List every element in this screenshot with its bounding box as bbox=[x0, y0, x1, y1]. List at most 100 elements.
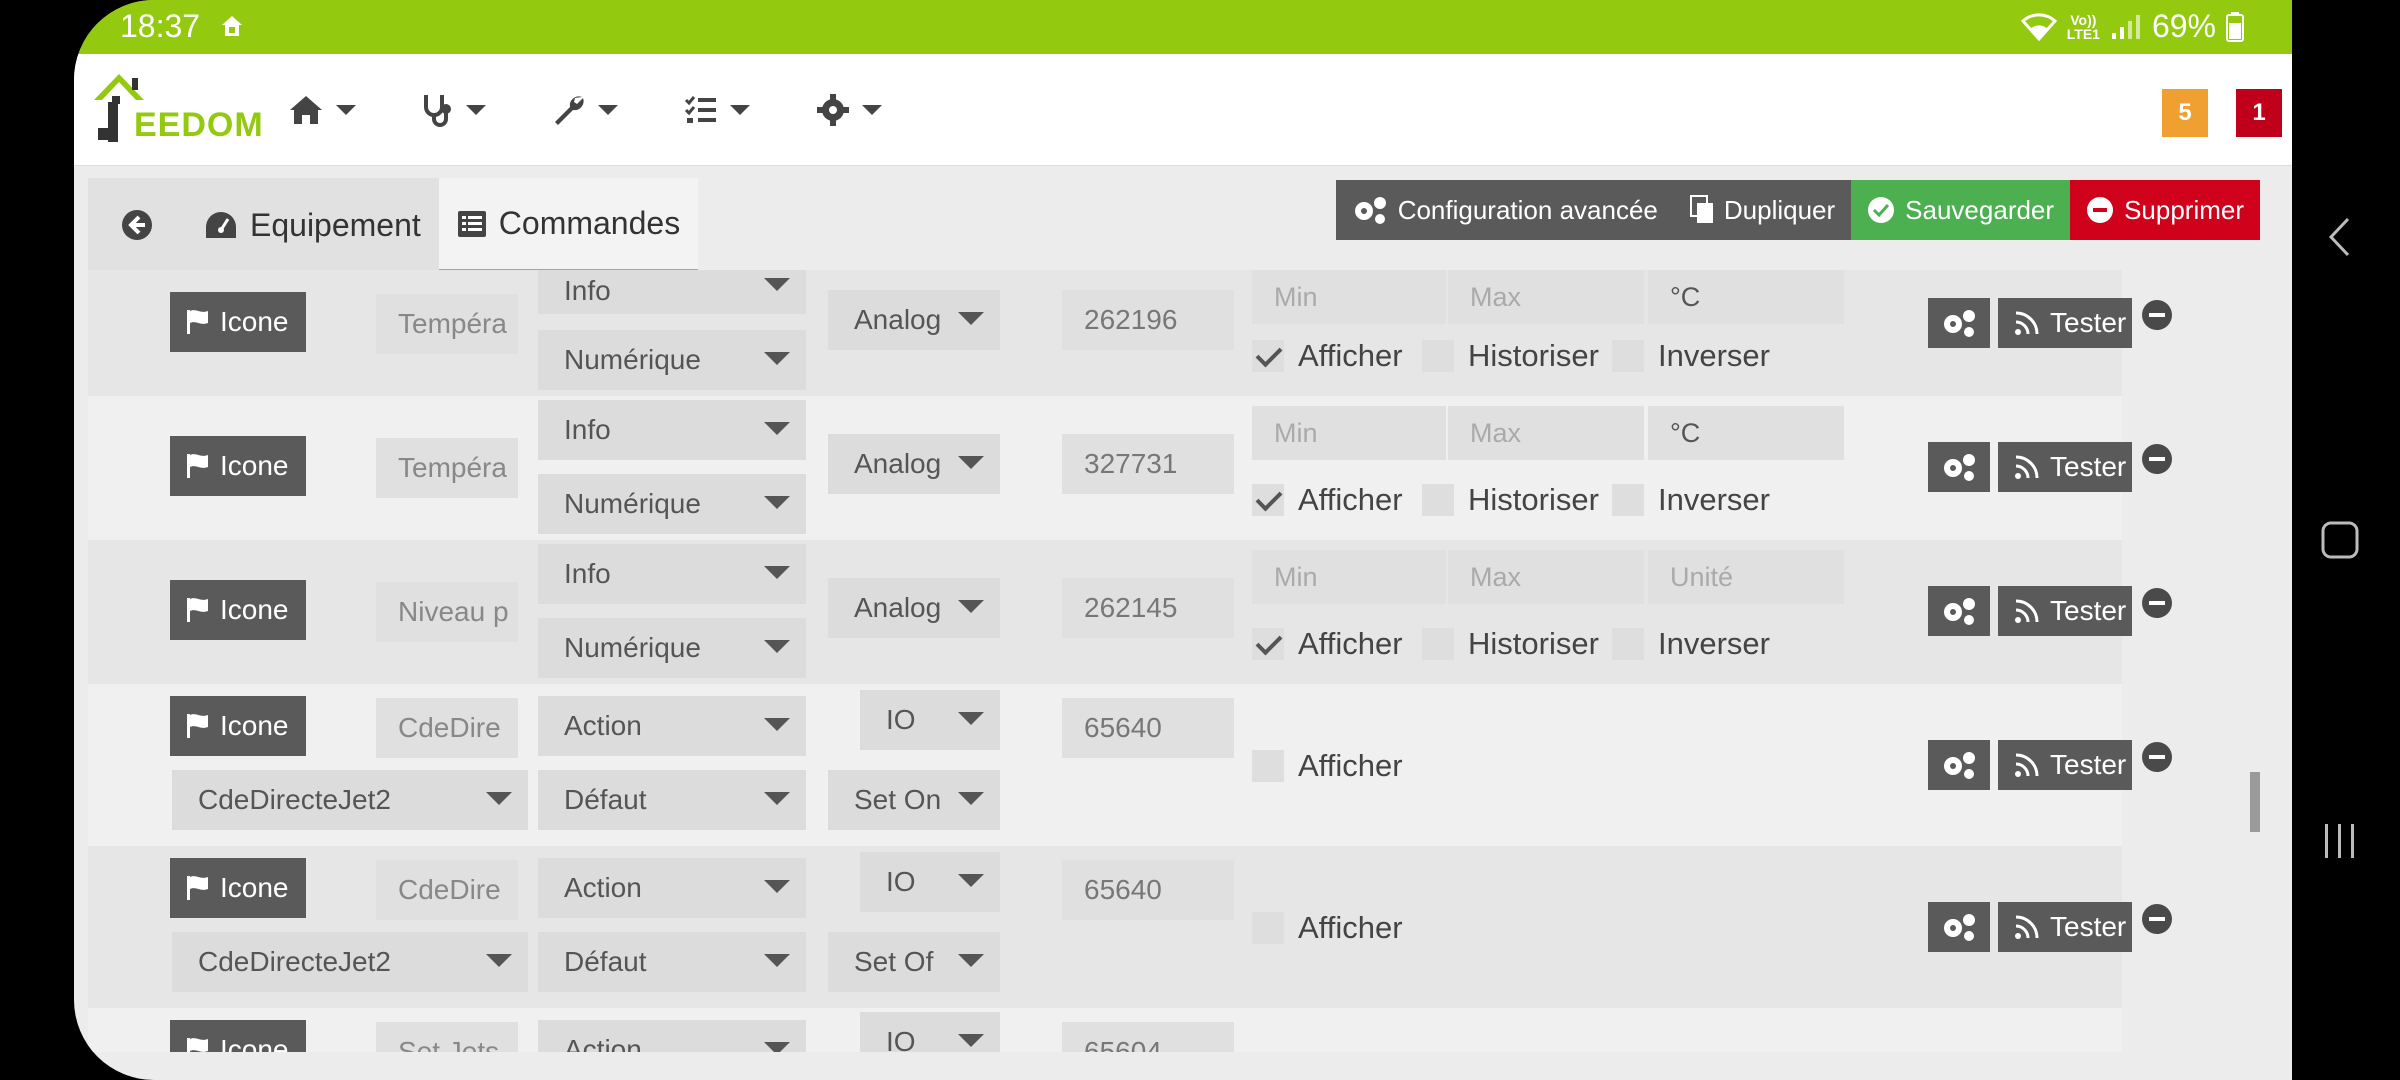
tab-equipement[interactable]: Equipement bbox=[186, 178, 439, 272]
command-config-button[interactable] bbox=[1928, 298, 1990, 348]
mode-select[interactable]: IO bbox=[860, 1012, 1000, 1052]
jeedom-logo[interactable]: EEDOM bbox=[88, 68, 263, 148]
back-tab[interactable] bbox=[88, 178, 186, 272]
command-name-input[interactable]: Niveau p bbox=[376, 582, 518, 642]
command-name-input[interactable]: CdeDire bbox=[376, 860, 518, 920]
type-select[interactable]: Info bbox=[538, 544, 806, 604]
tester-button[interactable]: Tester bbox=[1998, 298, 2132, 348]
command-config-button[interactable] bbox=[1928, 442, 1990, 492]
duplicate-button[interactable]: Dupliquer bbox=[1673, 180, 1852, 240]
command-config-button[interactable] bbox=[1928, 586, 1990, 636]
action-value-select[interactable]: Set On bbox=[828, 770, 1000, 830]
delete-button[interactable]: Supprimer bbox=[2070, 180, 2260, 240]
advanced-config-button[interactable]: Configuration avancée bbox=[1335, 180, 1674, 240]
max-input[interactable]: Max bbox=[1448, 406, 1644, 460]
remove-command-icon[interactable] bbox=[2142, 742, 2172, 772]
tester-button[interactable]: Tester bbox=[1998, 740, 2132, 790]
nav-tasks-menu[interactable] bbox=[684, 90, 758, 130]
linked-command-select[interactable]: CdeDirecteJet2 bbox=[172, 932, 528, 992]
subtype-select[interactable]: Numérique bbox=[538, 330, 806, 390]
min-input[interactable]: Min bbox=[1252, 270, 1446, 324]
tester-button[interactable]: Tester bbox=[1998, 586, 2132, 636]
nav-tools-menu[interactable] bbox=[552, 90, 626, 130]
subtype-select[interactable]: Défaut bbox=[538, 932, 806, 992]
icon-picker-button[interactable]: Icone bbox=[170, 858, 306, 918]
min-input[interactable]: Min bbox=[1252, 406, 1446, 460]
command-name-input[interactable]: Tempéra bbox=[376, 438, 518, 498]
icon-picker-button[interactable]: Icone bbox=[170, 1020, 306, 1052]
icon-picker-button[interactable]: Icone bbox=[170, 292, 306, 352]
wrench-icon bbox=[555, 96, 584, 125]
mode-select[interactable]: IO bbox=[860, 852, 1000, 912]
subtype-select[interactable]: Numérique bbox=[538, 618, 806, 678]
remove-command-icon[interactable] bbox=[2142, 904, 2172, 934]
tester-button[interactable]: Tester bbox=[1998, 442, 2132, 492]
mode-select[interactable]: IO bbox=[860, 690, 1000, 750]
historiser-checkbox[interactable]: Historiser bbox=[1422, 624, 1599, 664]
linked-command-select[interactable]: CdeDirecteJet2 bbox=[172, 770, 528, 830]
afficher-checkbox[interactable]: Afficher bbox=[1252, 908, 1403, 948]
max-input[interactable]: Max bbox=[1448, 550, 1644, 604]
action-value-select-value: Set On bbox=[854, 784, 942, 815]
remove-command-icon[interactable] bbox=[2142, 588, 2172, 618]
type-select[interactable]: Action bbox=[538, 1020, 806, 1052]
historiser-checkbox[interactable]: Historiser bbox=[1422, 480, 1599, 520]
back-nav-icon[interactable] bbox=[2326, 216, 2352, 258]
rss-icon bbox=[2015, 915, 2039, 939]
nav-home-menu[interactable] bbox=[288, 90, 362, 130]
unit-input[interactable]: °C bbox=[1648, 406, 1844, 460]
chevron-down-icon bbox=[730, 105, 750, 115]
historiser-checkbox[interactable]: Historiser bbox=[1422, 336, 1599, 376]
afficher-checkbox[interactable]: Afficher bbox=[1252, 480, 1403, 520]
inverser-checkbox[interactable]: Inverser bbox=[1612, 480, 1770, 520]
max-input[interactable]: Max bbox=[1448, 270, 1644, 324]
afficher-checkbox[interactable]: Afficher bbox=[1252, 746, 1403, 786]
checkbox-icon bbox=[1612, 484, 1644, 516]
type-select[interactable]: Action bbox=[538, 858, 806, 918]
remove-command-icon[interactable] bbox=[2142, 444, 2172, 474]
logical-id-input[interactable]: 65640 bbox=[1062, 860, 1234, 920]
logical-id-input[interactable]: 327731 bbox=[1062, 434, 1234, 494]
save-button[interactable]: Sauvegarder bbox=[1851, 180, 2071, 240]
afficher-checkbox[interactable]: Afficher bbox=[1252, 624, 1403, 664]
nav-settings-menu[interactable] bbox=[816, 90, 890, 130]
command-name-input[interactable]: Tempéra bbox=[376, 294, 518, 354]
command-name-input[interactable]: CdeDire bbox=[376, 698, 518, 758]
tester-button[interactable]: Tester bbox=[1998, 902, 2132, 952]
type-select[interactable]: Action bbox=[538, 696, 806, 756]
subtype-select[interactable]: Défaut bbox=[538, 770, 806, 830]
logical-id-input[interactable]: 65640 bbox=[1062, 698, 1234, 758]
command-config-button[interactable] bbox=[1928, 740, 1990, 790]
unit-input[interactable]: °C bbox=[1648, 270, 1844, 324]
alert-count-badge[interactable]: 1 bbox=[2236, 89, 2282, 137]
icon-picker-button[interactable]: Icone bbox=[170, 436, 306, 496]
command-name-input[interactable]: Set Jets bbox=[376, 1022, 518, 1052]
type-select[interactable]: Info bbox=[538, 270, 806, 314]
type-select[interactable]: Info bbox=[538, 400, 806, 460]
icon-picker-button[interactable]: Icone bbox=[170, 696, 306, 756]
subtype-select[interactable]: Numérique bbox=[538, 474, 806, 534]
inverser-checkbox[interactable]: Inverser bbox=[1612, 336, 1770, 376]
nav-health-menu[interactable] bbox=[420, 90, 494, 130]
min-input[interactable]: Min bbox=[1252, 550, 1446, 604]
action-value-select[interactable]: Set Of bbox=[828, 932, 1000, 992]
mode-select[interactable]: Analog bbox=[828, 434, 1000, 494]
logical-id-input[interactable]: 262145 bbox=[1062, 578, 1234, 638]
type-select-value: Info bbox=[564, 558, 611, 589]
flag-icon bbox=[187, 310, 208, 334]
message-count-badge[interactable]: 5 bbox=[2162, 89, 2208, 137]
tab-commandes[interactable]: Commandes bbox=[438, 178, 699, 272]
home-nav-icon[interactable] bbox=[2320, 520, 2360, 560]
logical-id-input[interactable]: 262196 bbox=[1062, 290, 1234, 350]
inverser-checkbox[interactable]: Inverser bbox=[1612, 624, 1770, 664]
scrollbar-thumb[interactable] bbox=[2250, 772, 2260, 832]
recents-nav-icon[interactable] bbox=[2322, 822, 2358, 860]
mode-select[interactable]: Analog bbox=[828, 578, 1000, 638]
unit-input[interactable]: Unité bbox=[1648, 550, 1844, 604]
logical-id-input[interactable]: 65604 bbox=[1062, 1022, 1234, 1052]
command-config-button[interactable] bbox=[1928, 902, 1990, 952]
icon-picker-button[interactable]: Icone bbox=[170, 580, 306, 640]
afficher-checkbox[interactable]: Afficher bbox=[1252, 336, 1403, 376]
remove-command-icon[interactable] bbox=[2142, 300, 2172, 330]
mode-select[interactable]: Analog bbox=[828, 290, 1000, 350]
